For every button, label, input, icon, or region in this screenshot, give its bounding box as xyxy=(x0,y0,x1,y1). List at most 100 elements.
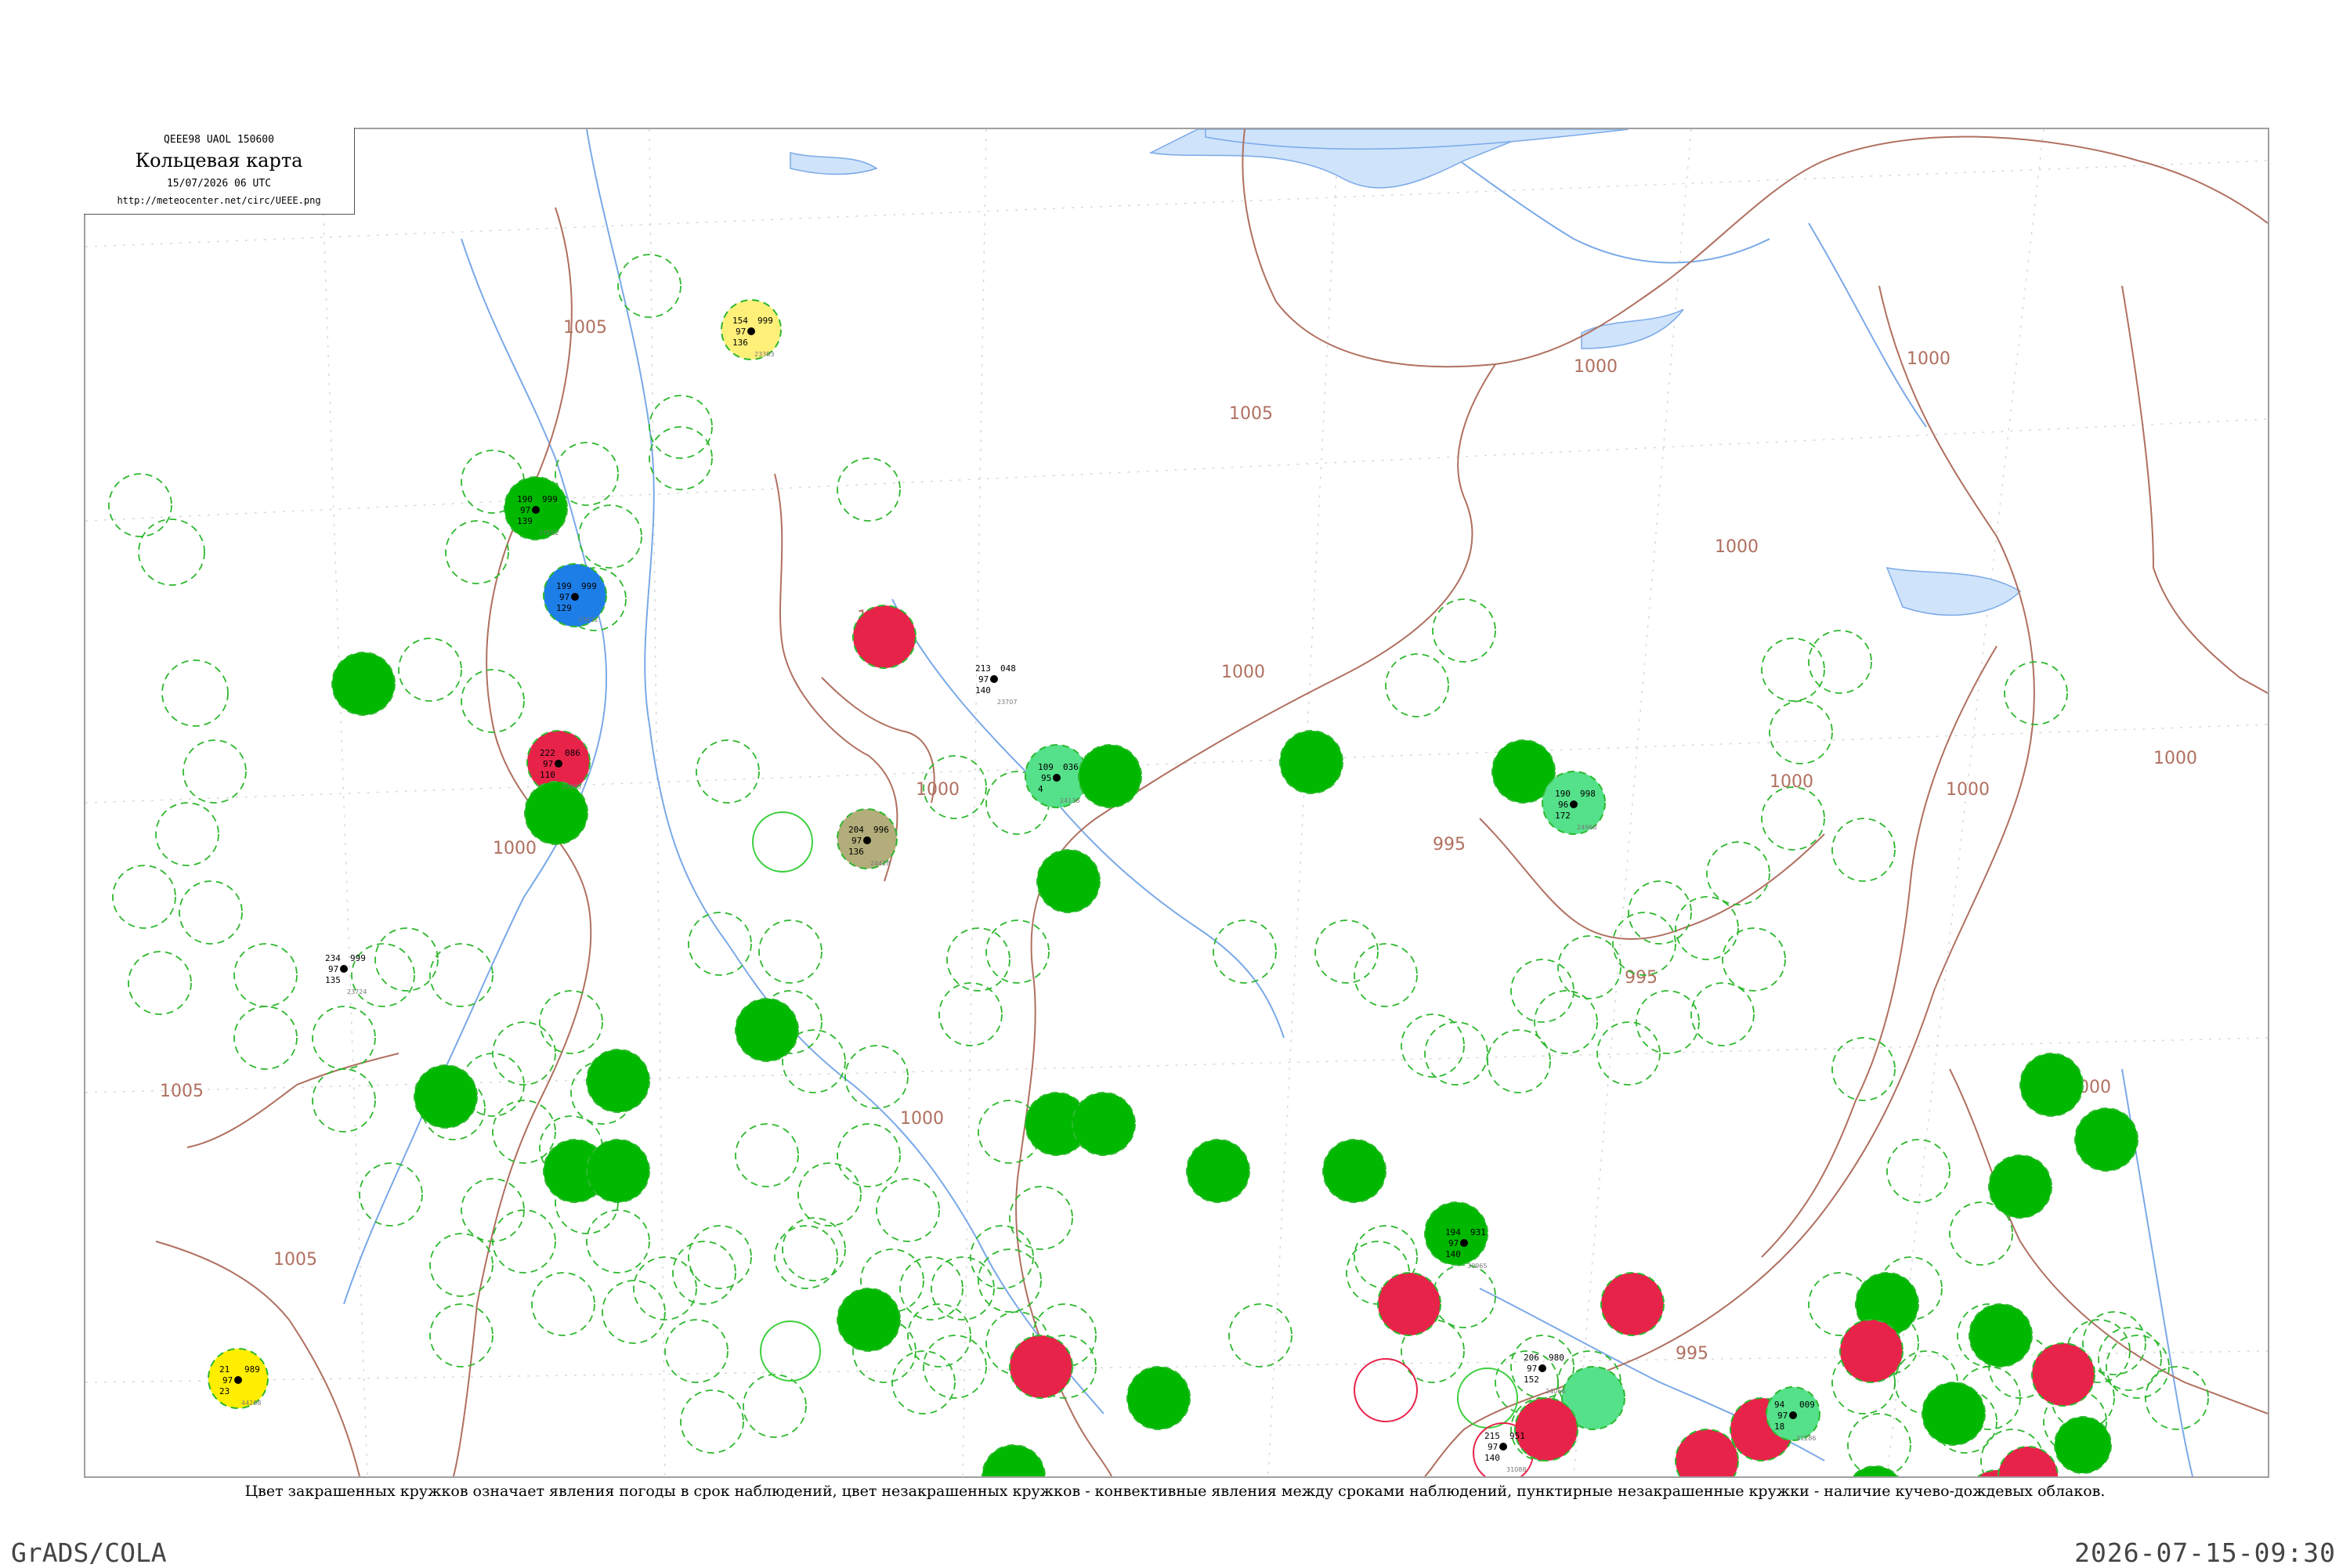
station-temperature: 21 xyxy=(219,1364,230,1375)
station-pressure: 009 xyxy=(1799,1400,1815,1410)
isobar-label: 1005 xyxy=(1229,404,1273,424)
station-temperature: 194 xyxy=(1445,1227,1461,1237)
cloud-cover-symbol xyxy=(1499,1443,1507,1451)
station-plots: 154 9999713623383199 9999712923631190 99997… xyxy=(219,316,1816,1473)
station-temperature: 94 xyxy=(1774,1400,1785,1410)
station-pressure: 998 xyxy=(1580,789,1596,799)
station-temperature: 154 xyxy=(732,316,748,326)
isobar-label: 1000 xyxy=(1715,537,1759,557)
station-temperature: 234 xyxy=(325,953,341,963)
cloud-cover-symbol xyxy=(234,1376,242,1384)
station-pressure: 989 xyxy=(244,1364,260,1375)
station-dewpoint: 18 xyxy=(1774,1422,1784,1432)
isobar-label: 1000 xyxy=(1221,663,1265,682)
station-dewpoint: 172 xyxy=(1555,811,1571,821)
thunder-rings xyxy=(1354,1358,1534,1476)
station-plot: 234 999 97135 23724 xyxy=(325,953,367,995)
station-temperature: 190 xyxy=(517,494,533,504)
station-dewpoint: 152 xyxy=(1524,1375,1539,1385)
station-index: 23383 xyxy=(754,351,774,358)
isobar-label: 1005 xyxy=(160,1082,204,1101)
station-index: 24136 xyxy=(1060,797,1079,804)
station-visibility: 96 xyxy=(1558,800,1568,810)
isobar-label: 1000 xyxy=(916,780,960,800)
cloud-cover-symbol xyxy=(1789,1411,1797,1419)
isobar-label: 1000 xyxy=(1574,357,1618,377)
station-visibility: 97 xyxy=(851,836,862,846)
weather-circles xyxy=(208,299,2138,1476)
cloud-cover-symbol xyxy=(340,965,348,973)
station-plot: 213 048 97140 23707 xyxy=(975,663,1017,706)
rivers xyxy=(343,129,2193,1476)
isobar-label: 1000 xyxy=(900,1109,944,1129)
station-dewpoint: 23 xyxy=(219,1386,230,1396)
station-index: 44288 xyxy=(241,1400,261,1407)
isobar-label: 1005 xyxy=(273,1250,317,1270)
station-pressure: 980 xyxy=(1549,1353,1564,1363)
station-pressure: 999 xyxy=(757,316,773,326)
station-temperature: 206 xyxy=(1524,1353,1539,1363)
map-panel: 1005 1005 1005 1000 1000 1000 1000 1000 … xyxy=(84,128,2269,1478)
station-index: 23933 xyxy=(562,783,581,790)
station-pressure: 999 xyxy=(350,953,366,963)
weather-map: 1005 1005 1005 1000 1000 1000 1000 1000 … xyxy=(85,129,2268,1476)
map-title: Кольцевая карта xyxy=(135,150,303,172)
station-temperature: 213 xyxy=(975,663,991,674)
station-visibility: 97 xyxy=(543,759,553,769)
station-index: 31088 xyxy=(1506,1466,1526,1473)
station-index: 24966 xyxy=(1577,824,1596,831)
water-bodies xyxy=(790,129,2022,616)
station-dewpoint: 110 xyxy=(540,770,555,780)
isobar-label: 1000 xyxy=(2153,749,2197,768)
station-temperature: 204 xyxy=(848,825,864,835)
station-pressure: 996 xyxy=(873,825,889,835)
station-index: 30965 xyxy=(1467,1263,1487,1270)
cloud-cover-symbol xyxy=(1053,774,1061,782)
station-dewpoint: 140 xyxy=(1445,1249,1461,1259)
station-visibility: 97 xyxy=(222,1375,233,1386)
station-visibility: 97 xyxy=(520,505,530,515)
cloud-cover-symbol xyxy=(532,506,540,514)
station-visibility: 97 xyxy=(978,674,989,685)
cloud-cover-symbol xyxy=(1460,1239,1468,1247)
station-index: 23552 xyxy=(539,529,559,537)
observation-time: 15/07/2026 06 UTC xyxy=(166,178,272,190)
station-temperature: 109 xyxy=(1038,762,1054,772)
isobar-label: 995 xyxy=(1433,835,1466,854)
station-temperature: 199 xyxy=(556,581,572,591)
isobar-label: 1000 xyxy=(1946,780,1990,800)
isobar-label: 1005 xyxy=(563,318,607,338)
cloud-cover-symbol xyxy=(1538,1364,1546,1372)
graticule xyxy=(85,129,2268,1476)
station-visibility: 97 xyxy=(736,327,746,337)
isobars xyxy=(155,129,2268,1476)
station-index: 23631 xyxy=(578,616,598,623)
station-dewpoint: 4 xyxy=(1038,784,1043,794)
isobar-label: 1000 xyxy=(493,839,537,858)
cloud-cover-symbol xyxy=(990,675,998,683)
station-pressure: 931 xyxy=(1470,1227,1486,1237)
station-dewpoint: 140 xyxy=(975,685,991,695)
station-temperature: 190 xyxy=(1555,789,1571,799)
station-pressure: 999 xyxy=(581,581,597,591)
isobar-label: 1000 xyxy=(1907,349,1950,369)
source-url: http://meteocenter.net/circ/UEEE.png xyxy=(117,195,321,206)
cloud-cover-symbol xyxy=(863,836,871,844)
station-pressure: 036 xyxy=(1063,762,1079,772)
station-visibility: 95 xyxy=(1041,773,1051,783)
station-pressure: 951 xyxy=(1509,1431,1525,1441)
isobar-label: 995 xyxy=(1676,1344,1708,1364)
station-dewpoint: 140 xyxy=(1484,1453,1500,1463)
station-visibility: 97 xyxy=(1777,1411,1788,1421)
render-timestamp: 2026-07-15-09:30 xyxy=(2074,1537,2336,1568)
station-temperature: 222 xyxy=(540,748,555,758)
station-temperature: 215 xyxy=(1484,1431,1500,1441)
station-visibility: 97 xyxy=(559,592,569,602)
station-index: 24418 xyxy=(870,860,890,867)
station-index: 23724 xyxy=(347,988,367,995)
bulletin-code: QEEE98 UAOL 150600 xyxy=(164,134,274,146)
station-index: 31286 xyxy=(1796,1435,1816,1442)
station-visibility: 97 xyxy=(1448,1238,1459,1248)
station-visibility: 97 xyxy=(328,964,338,974)
map-header-box: QEEE98 UAOL 150600 Кольцевая карта 15/07… xyxy=(84,128,355,215)
